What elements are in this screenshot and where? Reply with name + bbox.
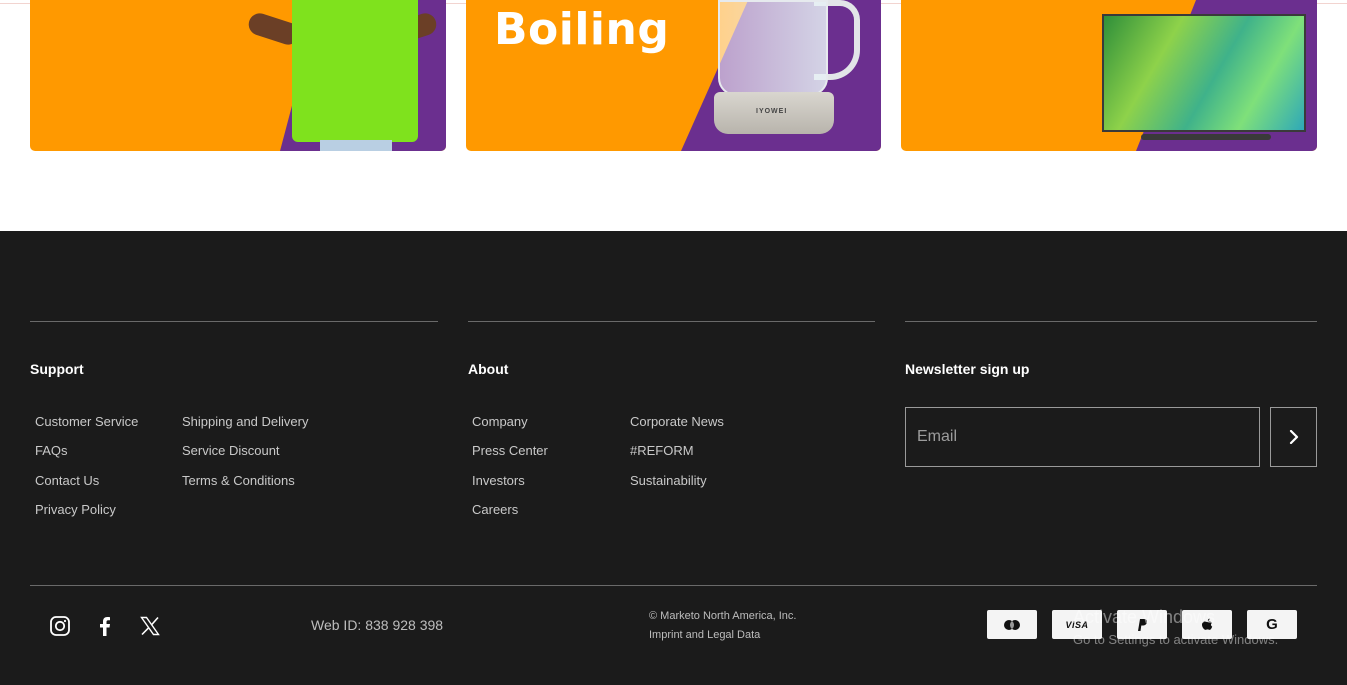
mastercard-badge	[987, 610, 1037, 639]
link-contact-us[interactable]: Contact Us	[35, 473, 99, 488]
link-reform[interactable]: #REFORM	[630, 443, 694, 458]
link-press-center[interactable]: Press Center	[472, 443, 548, 458]
google-pay-icon: G	[1266, 616, 1278, 633]
link-shipping-delivery[interactable]: Shipping and Delivery	[182, 414, 308, 429]
about-heading: About	[468, 361, 509, 377]
jeans-image	[320, 140, 392, 151]
x-icon	[140, 616, 160, 636]
support-divider	[30, 321, 438, 322]
tv-screen-image	[1102, 14, 1306, 132]
mastercard-icon	[1004, 619, 1020, 630]
glass-kettle-image	[718, 0, 828, 96]
newsletter-submit-button[interactable]	[1270, 407, 1317, 467]
support-heading: Support	[30, 361, 84, 377]
link-company[interactable]: Company	[472, 414, 528, 429]
bottom-divider	[30, 585, 1317, 586]
imprint-link[interactable]: Imprint and Legal Data	[649, 629, 760, 641]
instagram-link[interactable]	[48, 614, 72, 638]
tshirt-banner[interactable]	[30, 0, 446, 151]
facebook-icon	[100, 617, 110, 636]
link-sustainability[interactable]: Sustainability	[630, 473, 707, 488]
chevron-right-icon	[1289, 430, 1298, 444]
link-privacy-policy[interactable]: Privacy Policy	[35, 502, 116, 517]
copyright-text: © Marketo North America, Inc.	[649, 610, 797, 622]
link-faqs[interactable]: FAQs	[35, 443, 68, 458]
tv-stand-image	[1141, 134, 1271, 140]
kettle-banner[interactable]: Boiling IYOWEI	[466, 0, 881, 151]
kettle-brand-label: IYOWEI	[756, 108, 788, 115]
link-investors[interactable]: Investors	[472, 473, 525, 488]
facebook-link[interactable]	[93, 614, 117, 638]
banner-headline: Boiling	[494, 4, 670, 55]
link-careers[interactable]: Careers	[472, 502, 518, 517]
link-service-discount[interactable]: Service Discount	[182, 443, 280, 458]
link-terms-conditions[interactable]: Terms & Conditions	[182, 473, 295, 488]
link-customer-service[interactable]: Customer Service	[35, 414, 138, 429]
web-id: Web ID: 838 928 398	[311, 617, 444, 633]
newsletter-heading: Newsletter sign up	[905, 361, 1030, 377]
instagram-icon	[50, 616, 70, 636]
green-tshirt-image	[292, 0, 418, 142]
link-corporate-news[interactable]: Corporate News	[630, 414, 724, 429]
activate-windows-title: Activate Windows	[1073, 607, 1216, 627]
newsletter-divider	[905, 321, 1317, 322]
email-input[interactable]	[905, 407, 1260, 467]
about-divider	[468, 321, 875, 322]
activate-windows-subtitle: Go to Settings to activate Windows.	[1073, 632, 1279, 647]
site-footer: Support Customer Service FAQs Contact Us…	[0, 231, 1347, 685]
x-link[interactable]	[138, 614, 162, 638]
tv-banner[interactable]	[901, 0, 1317, 151]
